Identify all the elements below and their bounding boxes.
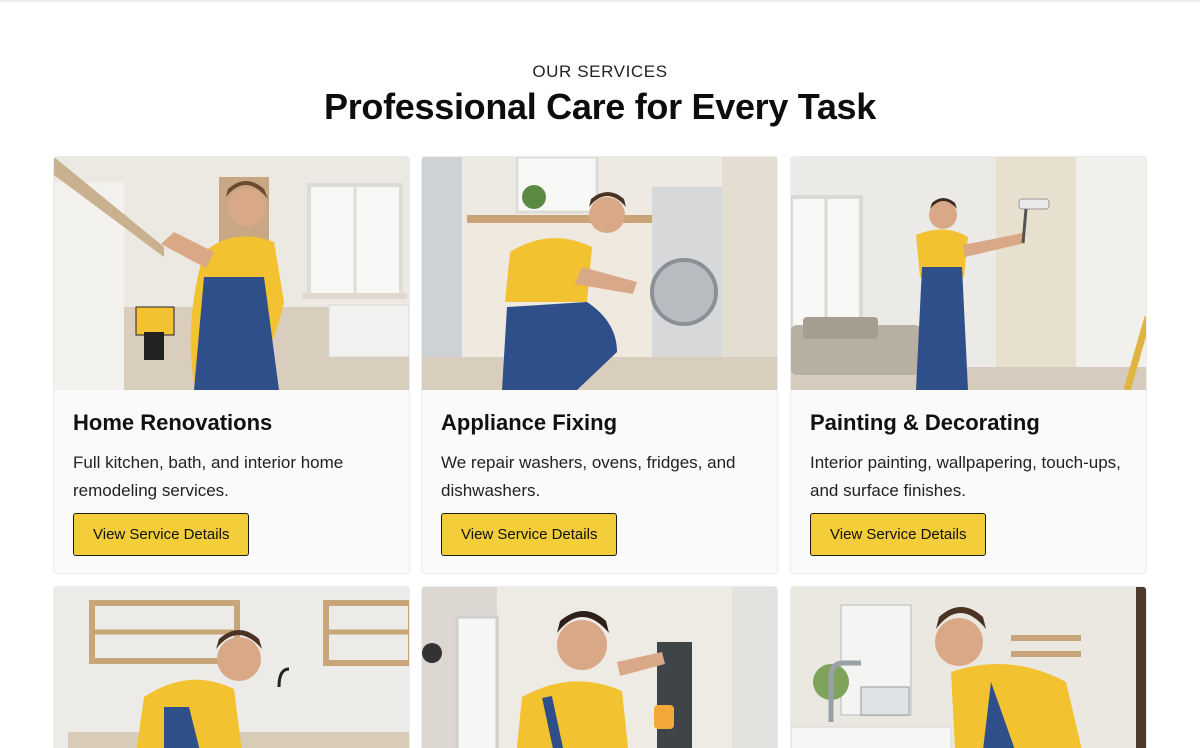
card-title: Painting & Decorating — [810, 410, 1040, 435]
card-title: Home Renovations — [73, 410, 273, 435]
header-shadow — [0, 0, 1200, 3]
service-photo — [791, 587, 1146, 748]
card-title: Appliance Fixing — [441, 410, 618, 435]
section-title: Professional Care for Every Task — [324, 86, 876, 127]
service-photo — [422, 587, 777, 748]
service-photo — [54, 587, 409, 748]
service-photo — [791, 157, 1146, 390]
service-card — [421, 586, 778, 748]
service-photo — [54, 157, 409, 390]
card-description: Interior painting, wallpapering, touch-u… — [810, 453, 1121, 500]
service-card — [790, 586, 1147, 748]
service-photo — [422, 157, 777, 390]
view-service-details-button[interactable]: View Service Details — [441, 513, 618, 556]
view-service-details-button[interactable]: View Service Details — [73, 513, 250, 556]
service-card-appliance-fixing: Appliance Fixing We repair washers, oven… — [421, 156, 778, 574]
service-card-home-renovations: Home Renovations Full kitchen, bath, and… — [53, 156, 410, 574]
service-card — [53, 586, 410, 748]
view-service-details-button[interactable]: View Service Details — [810, 513, 987, 556]
card-description: We repair washers, ovens, fridges, and d… — [441, 453, 736, 500]
service-card-painting-decorating: Painting & Decorating Interior painting,… — [790, 156, 1147, 574]
section-eyebrow: OUR SERVICES — [532, 62, 668, 81]
card-description: Full kitchen, bath, and interior home re… — [73, 453, 344, 500]
